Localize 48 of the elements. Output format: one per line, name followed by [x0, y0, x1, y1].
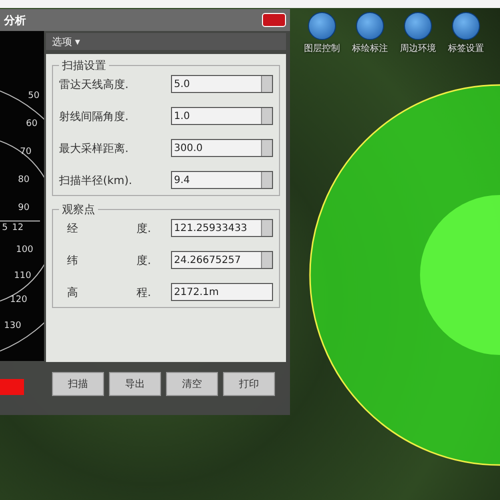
angle-label: 110 — [14, 271, 32, 281]
action-button[interactable]: 导出 — [109, 372, 161, 396]
status-indicator — [0, 379, 24, 395]
spinner-icon[interactable] — [261, 76, 272, 92]
spinner-icon[interactable] — [261, 140, 272, 156]
input-field[interactable]: 121.25933433 — [171, 219, 273, 237]
field-label: 最大采样距离. — [59, 140, 128, 156]
angle-label: 100 — [16, 245, 34, 255]
input-field[interactable]: 9.4 — [171, 171, 273, 189]
angle-label: 80 — [18, 175, 30, 185]
field-label: 度. — [136, 220, 151, 236]
angle-label: 50 — [28, 91, 40, 101]
action-button[interactable]: 扫描 — [52, 372, 104, 396]
window-title: 分析 — [4, 12, 26, 28]
field-label: 高 — [67, 284, 78, 300]
input-field[interactable]: 2172.1m — [171, 283, 273, 301]
angle-label: 130 — [4, 321, 22, 331]
spinner-icon[interactable] — [261, 220, 272, 236]
angle-label: 120 — [10, 295, 28, 305]
field-label: 度. — [136, 252, 151, 268]
input-field[interactable]: 24.26675257 — [171, 251, 273, 269]
field-label: 程. — [136, 284, 151, 300]
action-button[interactable]: 打印 — [223, 372, 275, 396]
angle-label: 70 — [20, 147, 32, 157]
input-field[interactable]: 1.0 — [171, 107, 273, 125]
field-label: 射线间隔角度. — [59, 108, 128, 124]
group-title: 扫描设置 — [61, 58, 107, 73]
spinner-icon[interactable] — [261, 108, 272, 124]
options-tab[interactable]: 选项 ▾ — [46, 33, 286, 50]
group-title: 观察点 — [61, 202, 96, 217]
angle-label: 12 — [12, 223, 24, 233]
toolbar-button[interactable]: 标绘标注 — [348, 12, 392, 55]
input-field[interactable]: 300.0 — [171, 139, 273, 157]
field-label: 经 — [67, 220, 78, 236]
angle-label: 60 — [26, 119, 38, 129]
input-field[interactable]: 5.0 — [171, 75, 273, 93]
field-label: 纬 — [67, 252, 78, 268]
spinner-icon[interactable] — [261, 172, 272, 188]
field-label: 雷达天线高度. — [59, 76, 128, 92]
toolbar-button[interactable]: 图层控制 — [300, 12, 344, 55]
toolbar-button[interactable]: 周边环境 — [396, 12, 440, 55]
toolbar-button[interactable]: 标签设置 — [444, 12, 488, 55]
angle-label: 90 — [18, 203, 30, 213]
angle-label: 5 — [2, 223, 8, 233]
field-label: 扫描半径(km). — [59, 172, 132, 188]
spinner-icon[interactable] — [261, 252, 272, 268]
close-button[interactable] — [262, 13, 286, 27]
action-button[interactable]: 清空 — [166, 372, 218, 396]
